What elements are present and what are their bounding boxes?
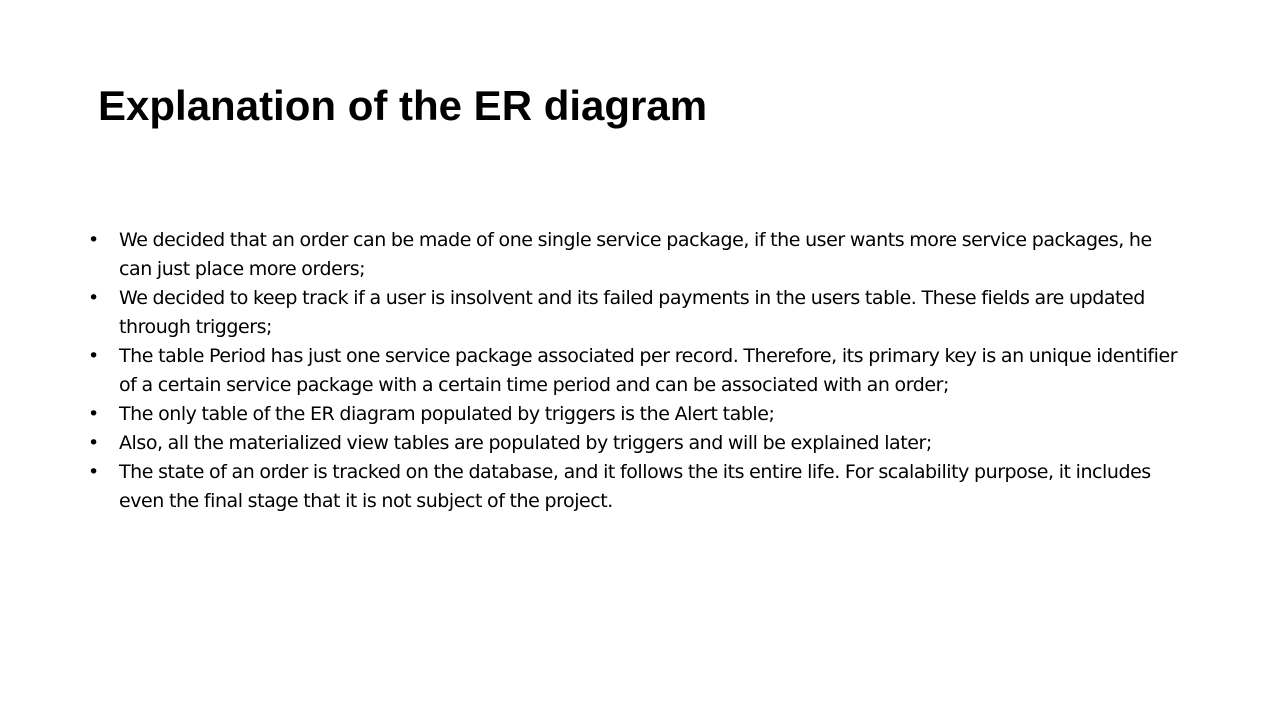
list-item: • The only table of the ER diagram popul… — [88, 400, 1178, 429]
bullet-icon: • — [88, 345, 100, 367]
slide-title: Explanation of the ER diagram — [98, 82, 708, 129]
bullet-text: We decided that an order can be made of … — [119, 229, 1152, 280]
bullet-list: • We decided that an order can be made o… — [88, 226, 1178, 516]
list-item: • The state of an order is tracked on th… — [88, 458, 1178, 516]
bullet-text: Also, all the materialized view tables a… — [119, 432, 932, 454]
bullet-icon: • — [88, 229, 100, 251]
bullet-text: The state of an order is tracked on the … — [119, 461, 1151, 512]
list-item: • The table Period has just one service … — [88, 342, 1178, 400]
bullet-text: We decided to keep track if a user is in… — [119, 287, 1145, 338]
bullet-text: The table Period has just one service pa… — [119, 345, 1178, 396]
slide: Explanation of the ER diagram • We decid… — [0, 0, 1280, 720]
bullet-icon: • — [88, 461, 100, 483]
bullet-icon: • — [88, 287, 100, 309]
list-item: • We decided to keep track if a user is … — [88, 284, 1178, 342]
bullet-icon: • — [88, 403, 100, 425]
bullet-icon: • — [88, 432, 100, 454]
list-item: • We decided that an order can be made o… — [88, 226, 1178, 284]
list-item: • Also, all the materialized view tables… — [88, 429, 1178, 458]
bullet-text: The only table of the ER diagram populat… — [119, 403, 775, 425]
